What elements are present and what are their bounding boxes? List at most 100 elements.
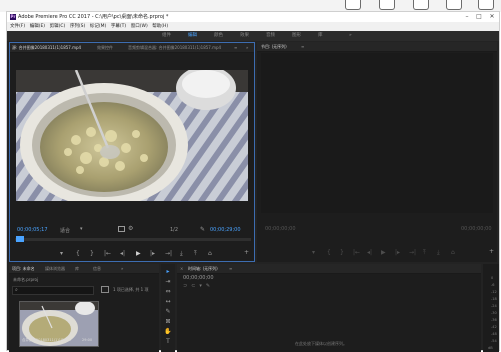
- add-marker-button[interactable]: ▾: [60, 250, 63, 257]
- tab-source[interactable]: 源: 合并图像20180311(1)1857.mp4: [12, 43, 81, 52]
- timeline-timecode[interactable]: 00;00;00;00: [183, 275, 214, 281]
- project-panel: 项目: 未命名 媒体浏览器 库 信息 » 未命名.prproj ⌕ 1 项已选择…: [9, 264, 159, 352]
- timeline-menu-icon[interactable]: ≡: [229, 264, 232, 273]
- source-video-frame: [16, 70, 248, 201]
- new-bin-icon[interactable]: [101, 286, 109, 293]
- program-add-marker-button[interactable]: ▾: [312, 249, 315, 256]
- menu-sequence[interactable]: 序列(S): [70, 22, 85, 31]
- minimize-button[interactable]: –: [462, 12, 472, 22]
- source-menu-icon[interactable]: ≡: [234, 43, 237, 52]
- track-select-tool-icon[interactable]: ⇥: [163, 278, 173, 285]
- snap-icon[interactable]: ⊃: [183, 283, 191, 289]
- program-step-back-button[interactable]: ◂|: [367, 249, 372, 256]
- tab-audio-clip-mixer[interactable]: 音频剪辑混合器: 合并图像20180311(1)1857.mp4: [128, 43, 221, 52]
- tab-libraries[interactable]: 库: [75, 264, 79, 273]
- marker-icon[interactable]: [118, 226, 125, 232]
- chevron-down-icon[interactable]: ▾: [80, 226, 83, 232]
- workspace-assembly[interactable]: 组件: [162, 31, 171, 41]
- slip-tool-icon[interactable]: ⊠: [163, 318, 173, 325]
- program-step-forward-button[interactable]: |▸: [395, 249, 400, 256]
- source-more-tabs[interactable]: »: [246, 43, 248, 52]
- maximize-button[interactable]: □: [474, 12, 484, 22]
- tab-effect-controls[interactable]: 效果控件: [97, 43, 113, 52]
- insert-button[interactable]: ⤓: [180, 250, 183, 258]
- meter-label: -48: [491, 332, 497, 336]
- menu-title[interactable]: 字幕(T): [111, 22, 126, 31]
- type-tool-icon[interactable]: T: [163, 338, 173, 345]
- menu-marker[interactable]: 标记(M): [90, 22, 106, 31]
- source-zoom-dropdown[interactable]: 1/2: [170, 227, 178, 233]
- program-mark-in-button[interactable]: {: [327, 249, 331, 256]
- lift-button[interactable]: ⤒: [423, 249, 426, 257]
- selection-tool-icon[interactable]: ▸: [163, 268, 173, 275]
- program-menu-icon[interactable]: ≡: [301, 42, 304, 51]
- timeline-settings-icon[interactable]: ✎: [206, 283, 214, 289]
- desktop-icon-2[interactable]: [379, 0, 395, 10]
- tab-program[interactable]: 节目: (无序列): [261, 42, 287, 51]
- program-export-frame-button[interactable]: ⌂: [451, 249, 455, 256]
- menu-file[interactable]: 文件(F): [10, 22, 25, 31]
- step-back-button[interactable]: ◂|: [120, 250, 125, 257]
- mark-in-button[interactable]: {: [76, 250, 80, 257]
- program-timecode-in[interactable]: 00;00;00;00: [265, 226, 296, 232]
- source-playhead[interactable]: [16, 236, 24, 242]
- timeline-close-icon[interactable]: ×: [180, 264, 183, 273]
- export-frame-button[interactable]: ⌂: [208, 250, 212, 257]
- program-tabs: 节目: (无序列) ≡: [257, 42, 497, 52]
- tab-timeline[interactable]: 时间轴: (无序列): [188, 264, 218, 273]
- overwrite-button[interactable]: ⤒: [194, 250, 197, 258]
- workspace-audio[interactable]: 音频: [266, 31, 275, 41]
- program-go-to-out-button[interactable]: →|: [409, 249, 416, 256]
- close-button[interactable]: ✕: [487, 12, 497, 22]
- hand-tool-icon[interactable]: ✋: [163, 328, 173, 335]
- razor-tool-icon[interactable]: ✎: [163, 308, 173, 315]
- source-timecode-in[interactable]: 00;00;05;17: [17, 227, 48, 233]
- project-search-input[interactable]: ⌕: [12, 286, 94, 295]
- step-forward-button[interactable]: |▸: [150, 250, 155, 257]
- timeline-tools: ⊃⊂▾✎: [183, 283, 214, 289]
- project-tabs: 项目: 未命名 媒体浏览器 库 信息 »: [9, 264, 159, 274]
- wrench-icon[interactable]: ✎: [200, 226, 205, 233]
- project-item-count: 1 项已选择, 共 1 项: [113, 287, 149, 292]
- menu-window[interactable]: 窗口(W): [131, 22, 148, 31]
- go-to-in-button[interactable]: |←: [104, 250, 111, 257]
- source-scrub-bar[interactable]: [15, 238, 251, 241]
- play-button[interactable]: ▶: [136, 250, 141, 257]
- menu-clip[interactable]: 剪辑(C): [50, 22, 66, 31]
- button-editor-button[interactable]: +: [244, 249, 249, 256]
- go-to-out-button[interactable]: →|: [165, 250, 172, 257]
- menu-help[interactable]: 帮助(H): [152, 22, 168, 31]
- desktop-icon-1[interactable]: [345, 0, 361, 10]
- workspace-graphics[interactable]: 图形: [292, 31, 301, 41]
- extract-button[interactable]: ⤓: [437, 249, 440, 257]
- timeline-empty-hint: 在此处放下媒体以创建序列。: [295, 341, 347, 346]
- program-mark-out-button[interactable]: }: [340, 249, 344, 256]
- mark-out-button[interactable]: }: [90, 250, 94, 257]
- source-fit-dropdown[interactable]: 适合: [60, 227, 70, 234]
- workspace-more[interactable]: »: [349, 31, 352, 41]
- tab-info[interactable]: 信息: [93, 264, 101, 273]
- workspace-bar: 组件 编辑 颜色 效果 音频 图形 库 »: [7, 31, 499, 41]
- desktop-icon-4[interactable]: [446, 0, 462, 10]
- meter-label: -18: [491, 297, 497, 301]
- settings-wrench-icon[interactable]: ⚙: [128, 225, 133, 232]
- desktop-icon-5[interactable]: [478, 0, 494, 10]
- project-more-tabs[interactable]: »: [121, 264, 123, 273]
- workspace-editing[interactable]: 编辑: [188, 31, 197, 41]
- program-button-editor-button[interactable]: +: [489, 248, 494, 255]
- desktop-icon-3[interactable]: [413, 0, 429, 10]
- meter-label: -24: [491, 304, 497, 308]
- program-play-button[interactable]: ▶: [381, 249, 386, 256]
- tools-panel: ▸ ⇥ ⇔ ↔ ✎ ⊠ ✋ T: [161, 264, 175, 352]
- workspace-color[interactable]: 颜色: [214, 31, 223, 41]
- tab-project[interactable]: 项目: 未命名: [12, 264, 35, 273]
- workspace-effects[interactable]: 效果: [240, 31, 249, 41]
- tab-media-browser[interactable]: 媒体浏览器: [45, 264, 65, 273]
- workspace-libraries[interactable]: 库: [318, 31, 323, 41]
- thumbnail-duration: 29:00: [82, 338, 93, 342]
- ripple-edit-tool-icon[interactable]: ⇔: [163, 288, 173, 295]
- rate-stretch-tool-icon[interactable]: ↔: [163, 298, 173, 305]
- program-go-to-in-button[interactable]: |←: [353, 249, 360, 256]
- clip-thumbnail[interactable]: 合并图像20180311(1)1857... 29:00: [19, 301, 99, 347]
- menu-edit[interactable]: 编辑(E): [30, 22, 45, 31]
